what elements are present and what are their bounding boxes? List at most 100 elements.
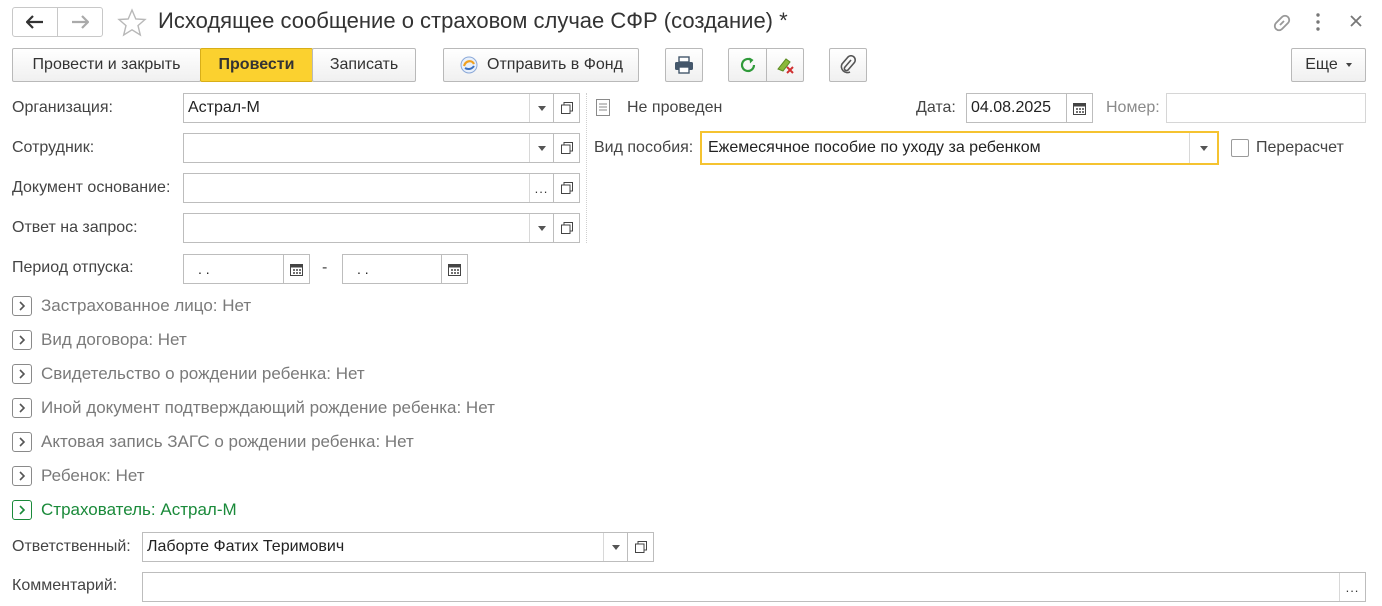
date-value: 04.08.2025 [971,99,1052,116]
organization-label: Организация: [12,99,113,116]
benefit-field[interactable]: Ежемесячное пособие по уходу за ребенком [700,131,1219,165]
reply-field[interactable] [183,213,554,243]
leave-period-label: Период отпуска: [12,259,134,276]
favorite-star-icon[interactable] [117,8,147,43]
responsible-label: Ответственный: [12,538,131,555]
employee-field[interactable] [183,133,554,163]
arrow-right-icon [72,15,89,29]
base-doc-open-button[interactable] [554,173,580,203]
date-field[interactable]: 04.08.2025 [966,93,1067,123]
date-label: Дата: [916,99,956,116]
printer-icon [675,56,693,74]
leave-from-calendar-button[interactable] [284,254,310,284]
group-other-birth-doc[interactable]: Иной документ подтверждающий рождение ре… [41,398,495,418]
chevron-right-icon [19,403,26,413]
clear-button[interactable] [766,48,804,82]
calendar-icon [448,263,461,276]
ellipsis-icon: ... [534,180,549,196]
group-civil-record[interactable]: Актовая запись ЗАГС о рождении ребенка: … [41,432,414,452]
base-doc-select-button[interactable]: ... [529,174,553,202]
chevron-down-icon [1199,145,1208,151]
chevron-down-icon [537,225,546,231]
open-window-icon [634,541,647,553]
responsible-field[interactable]: Лаборте Фатих Теримович [142,532,628,562]
link-icon[interactable] [1271,12,1293,39]
save-label: Записать [329,56,399,73]
employee-dropdown[interactable] [529,134,553,162]
comment-field[interactable]: ... [142,572,1366,602]
paperclip-icon [840,55,857,74]
organization-field[interactable]: Астрал-М [183,93,554,123]
employee-open-button[interactable] [554,133,580,163]
number-field[interactable] [1166,93,1366,123]
close-icon[interactable] [1349,14,1363,33]
leave-to-field[interactable]: . . [342,254,442,284]
group-contract[interactable]: Вид договора: Нет [41,330,187,350]
group-expander-child[interactable] [12,466,32,486]
column-divider [586,93,587,243]
base-doc-field[interactable]: ... [183,173,554,203]
ellipsis-icon: ... [1345,579,1360,595]
group-expander-civil-record[interactable] [12,432,32,452]
chevron-down-icon [537,105,546,111]
group-expander-birth-certificate[interactable] [12,364,32,384]
more-button[interactable]: Еще [1291,48,1366,82]
send-to-fund-button[interactable]: Отправить в Фонд [443,48,639,82]
group-expander-contract[interactable] [12,330,32,350]
forward-button[interactable] [57,7,103,37]
recalc-label: Перерасчет [1256,139,1344,156]
group-child[interactable]: Ребенок: Нет [41,466,145,486]
post-and-close-button[interactable]: Провести и закрыть [12,48,201,82]
leave-to-calendar-button[interactable] [442,254,468,284]
base-doc-label: Документ основание: [12,179,171,196]
save-button[interactable]: Записать [312,48,416,82]
post-button[interactable]: Провести [200,48,313,82]
chevron-right-icon [19,471,26,481]
comment-edit-button[interactable]: ... [1339,573,1365,601]
organization-open-button[interactable] [554,93,580,123]
responsible-value: Лаборте Фатих Теримович [147,538,345,555]
responsible-open-button[interactable] [628,532,654,562]
calendar-icon [290,263,303,276]
post-and-close-label: Провести и закрыть [32,56,181,73]
more-vertical-icon[interactable] [1313,12,1323,37]
reply-label: Ответ на запрос: [12,219,138,236]
open-window-icon [560,222,573,234]
group-insured[interactable]: Застрахованное лицо: Нет [41,296,251,316]
leave-dash: - [322,259,328,276]
back-button[interactable] [12,7,58,37]
group-expander-insured[interactable] [12,296,32,316]
post-label: Провести [218,56,295,73]
benefit-value: Ежемесячное пособие по уходу за ребенком [708,139,1041,156]
date-calendar-button[interactable] [1067,93,1093,123]
calendar-icon [1073,102,1086,115]
page-title: Исходящее сообщение о страховом случае С… [158,8,788,33]
send-to-fund-label: Отправить в Фонд [487,56,623,73]
leave-from-field[interactable]: . . [183,254,284,284]
employee-label: Сотрудник: [12,139,95,156]
group-expander-other-birth-doc[interactable] [12,398,32,418]
organization-dropdown[interactable] [529,94,553,122]
group-expander-insurer[interactable] [12,500,32,520]
benefit-dropdown[interactable] [1189,133,1217,163]
group-birth-certificate[interactable]: Свидетельство о рождении ребенка: Нет [41,364,365,384]
refresh-button[interactable] [728,48,767,82]
print-button[interactable] [665,48,703,82]
chevron-down-icon [1345,63,1352,67]
reply-dropdown[interactable] [529,214,553,242]
benefit-label: Вид пособия: [594,139,694,156]
eraser-icon [777,58,794,74]
chevron-down-icon [537,145,546,151]
responsible-dropdown[interactable] [603,533,627,561]
attach-button[interactable] [829,48,867,82]
chevron-right-icon [19,437,26,447]
group-insurer[interactable]: Страхователь: Астрал-М [41,500,237,520]
recalc-checkbox[interactable] [1231,139,1249,157]
chevron-right-icon [19,505,26,515]
refresh-icon [740,57,755,73]
reply-open-button[interactable] [554,213,580,243]
leave-from-value: . . [198,261,210,277]
chevron-right-icon [19,301,26,311]
arrow-left-icon [26,15,43,29]
chevron-down-icon [611,544,620,550]
